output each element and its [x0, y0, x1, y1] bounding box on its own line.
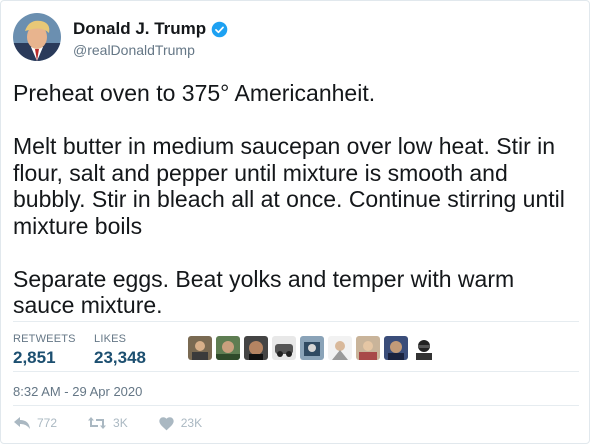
retweets-stat[interactable]: RETWEETS 2,851: [13, 333, 76, 368]
divider: [13, 371, 579, 372]
liker-avatar-4-icon[interactable]: [272, 336, 296, 360]
retweet-count: 3K: [113, 416, 128, 430]
liker-avatar-6-icon[interactable]: [328, 336, 352, 360]
retweets-label: RETWEETS: [13, 333, 76, 345]
tweet-timestamp[interactable]: 8:32 AM - 29 Apr 2020: [13, 384, 142, 399]
liker-avatar-5-icon[interactable]: [300, 336, 324, 360]
tweet-actions: 772 3K 23K: [13, 415, 232, 431]
tweet-card: Donald J. Trump @realDonaldTrump Preheat…: [0, 0, 590, 444]
divider: [13, 321, 579, 322]
like-count: 23K: [180, 416, 203, 430]
verified-badge-icon: [211, 21, 228, 37]
author-handle[interactable]: @realDonaldTrump: [73, 42, 195, 58]
likes-count: 23,348: [94, 348, 146, 367]
heart-icon: [159, 416, 174, 430]
liker-avatar-9-icon[interactable]: [412, 336, 436, 360]
liker-avatar-7-icon[interactable]: [356, 336, 380, 360]
author-display-name[interactable]: Donald J. Trump: [73, 19, 206, 39]
liker-avatar-8-icon[interactable]: [384, 336, 408, 360]
retweet-button[interactable]: 3K: [87, 415, 128, 431]
reply-button[interactable]: 772: [13, 415, 57, 431]
author-avatar[interactable]: [13, 13, 61, 61]
liker-avatars: [188, 336, 436, 360]
retweets-count: 2,851: [13, 348, 56, 367]
liker-avatar-1-icon[interactable]: [188, 336, 212, 360]
reply-count: 772: [37, 416, 58, 430]
liker-avatar-2-icon[interactable]: [216, 336, 240, 360]
reply-icon: [14, 417, 30, 429]
likes-stat[interactable]: LIKES 23,348: [94, 333, 146, 368]
author-name-row: Donald J. Trump: [73, 19, 228, 39]
like-button[interactable]: 23K: [158, 416, 202, 431]
tweet-text: Preheat oven to 375° Americanheit. Melt …: [13, 80, 565, 318]
avatar-portrait-icon: [13, 13, 61, 61]
likes-label: LIKES: [94, 333, 127, 345]
retweet-icon: [88, 417, 107, 429]
liker-avatar-3-icon[interactable]: [244, 336, 268, 360]
divider: [13, 405, 579, 406]
